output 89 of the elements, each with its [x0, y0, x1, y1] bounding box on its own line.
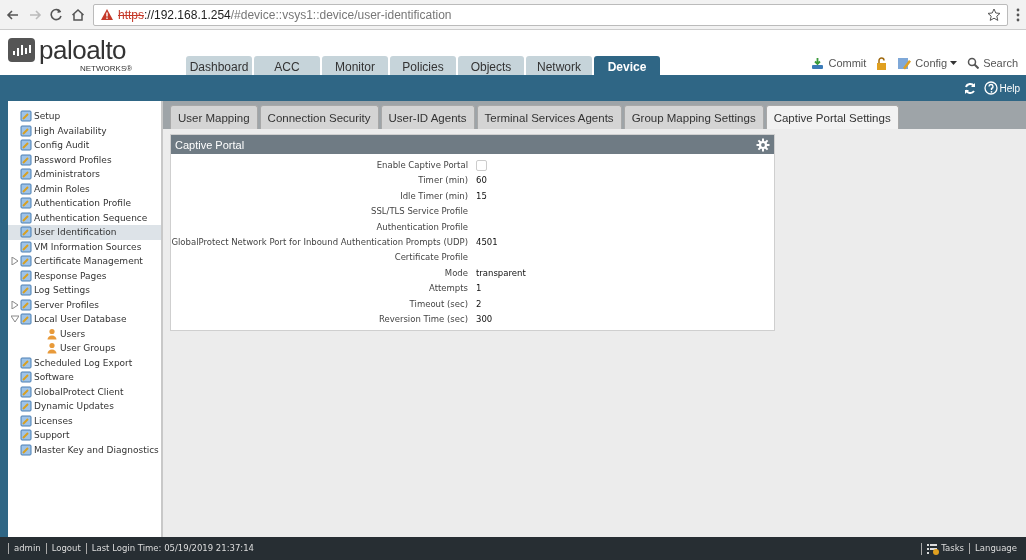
nav-tab[interactable]: ACC — [254, 56, 320, 75]
sidebar-item[interactable]: Software — [8, 370, 161, 385]
sidebar-item[interactable]: GlobalProtect Client — [8, 384, 161, 399]
field-value: 15 — [476, 189, 487, 203]
field-label: SSL/TLS Service Profile — [370, 205, 468, 219]
back-icon[interactable] — [6, 8, 20, 21]
reload-icon[interactable] — [50, 8, 63, 21]
home-icon[interactable] — [71, 8, 85, 21]
warning-icon — [100, 8, 114, 21]
sidebar-item[interactable]: Authentication Profile — [8, 196, 161, 211]
sidebar-item[interactable]: Certificate Management — [8, 254, 161, 269]
sidebar-item[interactable]: Config Audit — [8, 138, 161, 153]
logout-link[interactable]: Logout — [45, 543, 86, 554]
sidebar-item[interactable]: Password Profiles — [8, 152, 161, 167]
sidebar-item[interactable]: User Identification — [8, 225, 161, 240]
sidebar-item[interactable]: Server Profiles — [8, 297, 161, 312]
config-menu[interactable]: Config — [915, 57, 958, 69]
sidebar-item[interactable]: Scheduled Log Export — [8, 355, 161, 370]
help-icon — [984, 81, 999, 95]
lock-icon[interactable] — [876, 56, 888, 70]
sidebar-item[interactable]: Admin Roles — [8, 181, 161, 196]
field-label: Timer (min) — [417, 174, 468, 188]
sidebar-item[interactable]: Local User Database — [8, 312, 161, 327]
field-label: Idle Timer (min) — [399, 189, 468, 203]
panel-title: Captive Portal — [175, 138, 245, 151]
sidebar-item[interactable]: Authentication Sequence — [8, 210, 161, 225]
settings-tab[interactable]: User Mapping — [170, 105, 258, 129]
user-name: admin — [8, 543, 46, 554]
logo-wordmark: paloalto — [39, 36, 127, 64]
sidebar-item[interactable]: User Groups — [8, 341, 161, 356]
help-link[interactable]: Help — [984, 81, 1020, 95]
sidebar-item[interactable]: Dynamic Updates — [8, 399, 161, 414]
sidebar-item[interactable]: Response Pages — [8, 268, 161, 283]
checkbox[interactable] — [476, 160, 487, 172]
field-label: Attempts — [428, 282, 468, 296]
menu-icon[interactable] — [1016, 7, 1020, 22]
field-label: Mode — [443, 266, 468, 280]
field-value: 300 — [476, 312, 493, 326]
field-value: 4501 — [476, 235, 498, 249]
expand-arrow-icon[interactable] — [11, 257, 19, 266]
person-icon — [46, 342, 58, 355]
field-value: 1 — [476, 282, 482, 296]
field-value: 60 — [476, 174, 487, 188]
sidebar-item[interactable]: VM Information Sources — [8, 239, 161, 254]
settings-tab[interactable]: Captive Portal Settings — [765, 105, 899, 129]
collapse-arrow-icon[interactable] — [11, 315, 19, 324]
field-label: Enable Captive Portal — [375, 159, 468, 172]
nav-tab[interactable]: Dashboard — [186, 56, 252, 75]
commit-icon[interactable] — [811, 56, 825, 70]
logo-subtitle: NETWORKS® — [80, 64, 134, 73]
nav-tab[interactable]: Network — [526, 56, 592, 75]
field-label: Reversion Time (sec) — [377, 312, 468, 326]
sidebar-item[interactable]: Log Settings — [8, 283, 161, 298]
commit-link[interactable]: Commit — [828, 57, 867, 69]
nav-tab[interactable]: Policies — [390, 56, 456, 75]
sidebar-item[interactable]: Licenses — [8, 413, 161, 428]
settings-tab[interactable]: Terminal Services Agents — [476, 105, 622, 129]
refresh-icon[interactable] — [964, 81, 977, 95]
logo-icon — [8, 38, 35, 62]
sidebar-item[interactable]: Support — [8, 428, 161, 443]
caret-icon — [950, 61, 958, 65]
nav-tab[interactable]: Monitor — [322, 56, 388, 75]
nav-tab[interactable]: Objects — [458, 56, 524, 75]
field-value: transparent — [476, 266, 526, 280]
field-label: Certificate Profile — [393, 251, 468, 265]
sidebar-item[interactable]: Users — [8, 326, 161, 341]
nav-tab[interactable]: Device — [594, 56, 660, 75]
settings-tab[interactable]: User-ID Agents — [380, 105, 475, 129]
sidebar-item[interactable]: Setup — [8, 109, 161, 124]
sidebar-item[interactable]: Master Key and Diagnostics — [8, 442, 161, 457]
search-icon[interactable] — [967, 57, 980, 69]
field-label: Timeout (sec) — [408, 297, 468, 311]
field-value: 2 — [476, 297, 482, 311]
field-label: Authentication Profile — [375, 220, 468, 234]
language-link[interactable]: Language — [969, 543, 1022, 554]
tasks-icon — [927, 542, 940, 555]
settings-tab[interactable]: Group Mapping Settings — [623, 105, 764, 129]
last-login-text: Last Login Time: 05/19/2019 21:37:14 — [85, 543, 260, 554]
person-icon — [46, 327, 58, 340]
expand-arrow-icon[interactable] — [11, 300, 19, 309]
address-field[interactable]: https://192.168.1.254/#device::vsys1::device/user-identification — [93, 3, 1008, 26]
config-icon[interactable] — [897, 56, 912, 70]
search-link[interactable]: Search — [983, 57, 1018, 69]
bookmark-star-icon[interactable] — [987, 7, 1001, 22]
field-label: GlobalProtect Network Port for Inbound Authentication Prompts (UDP) — [171, 235, 468, 249]
sidebar-item[interactable]: High Availability — [8, 123, 161, 138]
tasks-link[interactable]: Tasks — [921, 542, 970, 555]
settings-tab[interactable]: Connection Security — [259, 105, 379, 129]
sidebar-item[interactable]: Administrators — [8, 167, 161, 182]
